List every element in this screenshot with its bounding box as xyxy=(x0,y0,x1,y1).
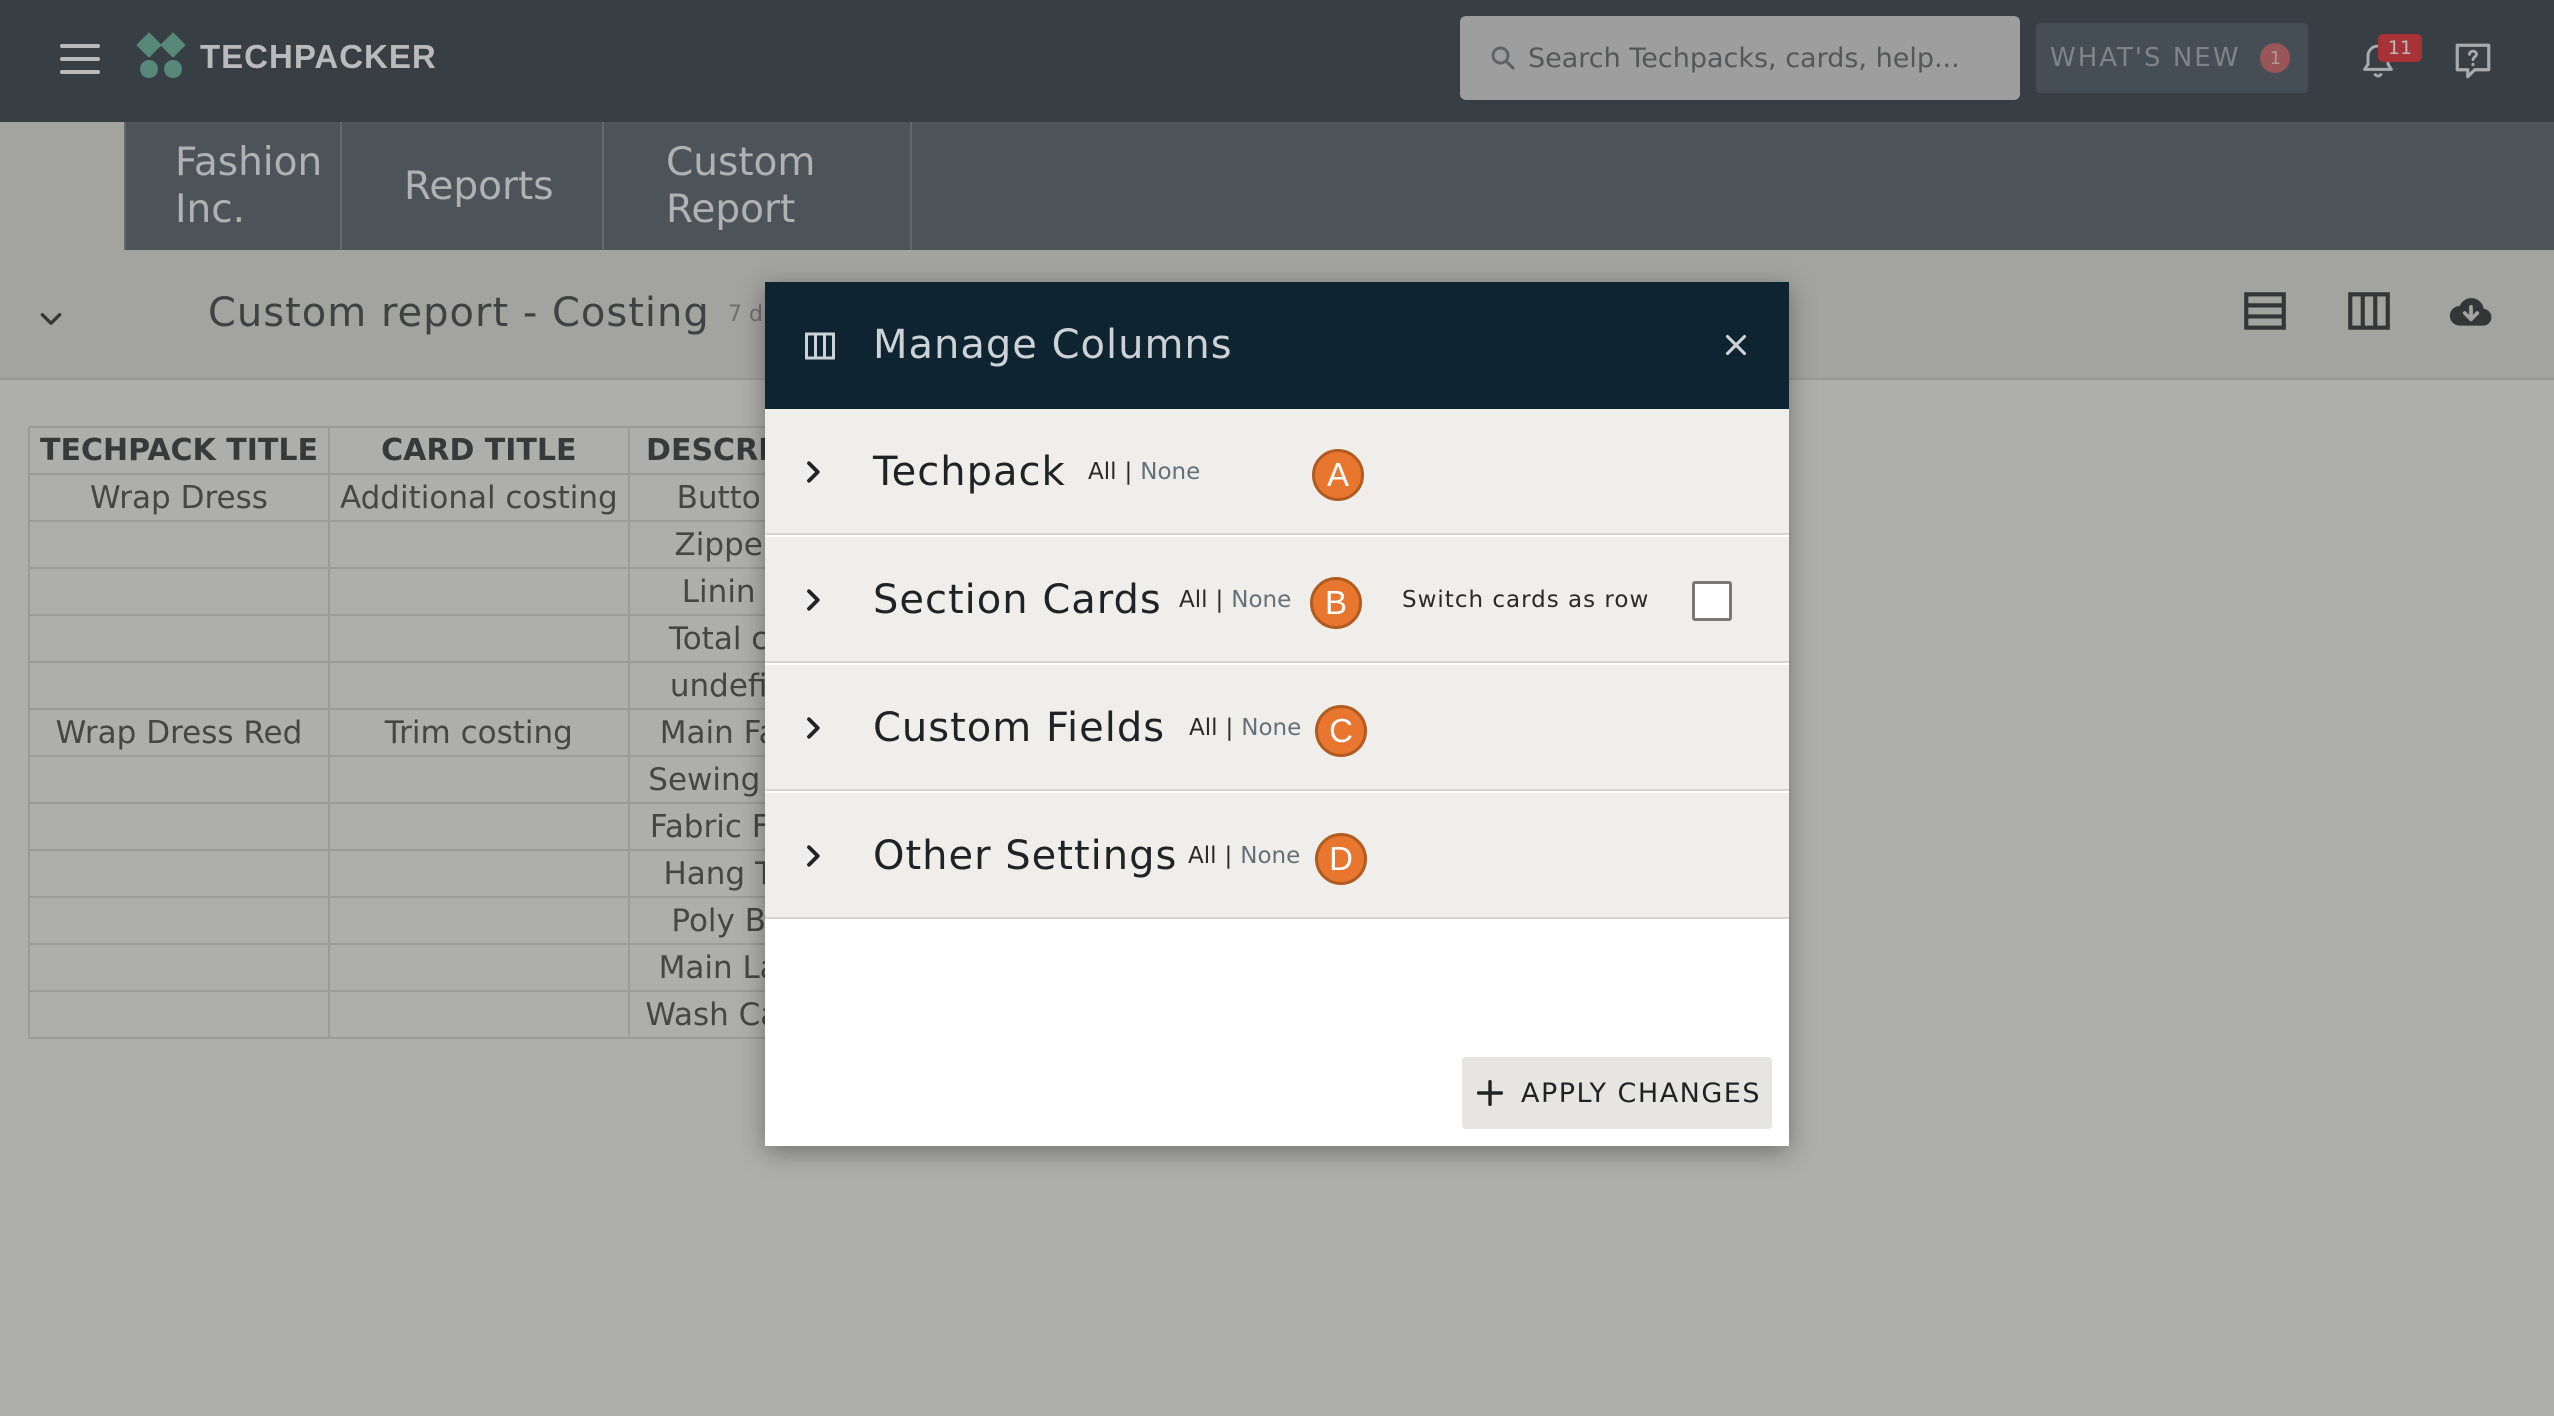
apply-changes-button[interactable]: APPLY CHANGES xyxy=(1462,1057,1772,1129)
chevron-right-icon[interactable] xyxy=(803,457,825,487)
manage-columns-dialog: Manage Columns Techpack All | None A Sec… xyxy=(765,282,1789,1146)
separator: | xyxy=(1225,715,1234,741)
dialog-title: Manage Columns xyxy=(873,322,1233,368)
select-all-link[interactable]: All xyxy=(1189,715,1218,741)
section-custom-fields[interactable]: Custom Fields All | None C xyxy=(765,665,1789,791)
select-none-link[interactable]: None xyxy=(1140,459,1200,485)
chevron-right-icon[interactable] xyxy=(803,841,825,871)
apply-changes-label: APPLY CHANGES xyxy=(1520,1077,1761,1109)
plus-icon xyxy=(1476,1079,1504,1107)
switch-cards-as-row-checkbox[interactable] xyxy=(1692,581,1732,621)
separator: | xyxy=(1224,843,1233,869)
separator: | xyxy=(1215,587,1224,613)
select-all-none: All | None xyxy=(1188,843,1300,869)
select-none-link[interactable]: None xyxy=(1231,587,1291,613)
marker-badge: B xyxy=(1310,577,1362,629)
select-none-link[interactable]: None xyxy=(1240,843,1300,869)
select-all-none: All | None xyxy=(1088,459,1200,485)
section-title[interactable]: Section Cards xyxy=(873,577,1162,623)
dialog-header: Manage Columns xyxy=(765,282,1789,409)
section-title[interactable]: Techpack xyxy=(873,449,1066,495)
select-none-link[interactable]: None xyxy=(1241,715,1301,741)
section-other-settings[interactable]: Other Settings All | None D xyxy=(765,793,1789,919)
marker-badge: C xyxy=(1315,705,1367,757)
select-all-link[interactable]: All xyxy=(1179,587,1208,613)
chevron-right-icon[interactable] xyxy=(803,713,825,743)
marker-badge: A xyxy=(1312,449,1364,501)
close-icon[interactable] xyxy=(1719,328,1753,362)
columns-icon xyxy=(805,332,835,360)
select-all-link[interactable]: All xyxy=(1188,843,1217,869)
marker-badge: D xyxy=(1315,833,1367,885)
select-all-none: All | None xyxy=(1179,587,1291,613)
select-all-link[interactable]: All xyxy=(1088,459,1117,485)
section-title[interactable]: Other Settings xyxy=(873,833,1177,879)
separator: | xyxy=(1124,459,1133,485)
section-section-cards[interactable]: Section Cards All | None B Switch cards … xyxy=(765,537,1789,663)
select-all-none: All | None xyxy=(1189,715,1301,741)
section-techpack[interactable]: Techpack All | None A xyxy=(765,409,1789,535)
section-title[interactable]: Custom Fields xyxy=(873,705,1165,751)
switch-cards-label: Switch cards as row xyxy=(1402,587,1650,613)
chevron-right-icon[interactable] xyxy=(803,585,825,615)
